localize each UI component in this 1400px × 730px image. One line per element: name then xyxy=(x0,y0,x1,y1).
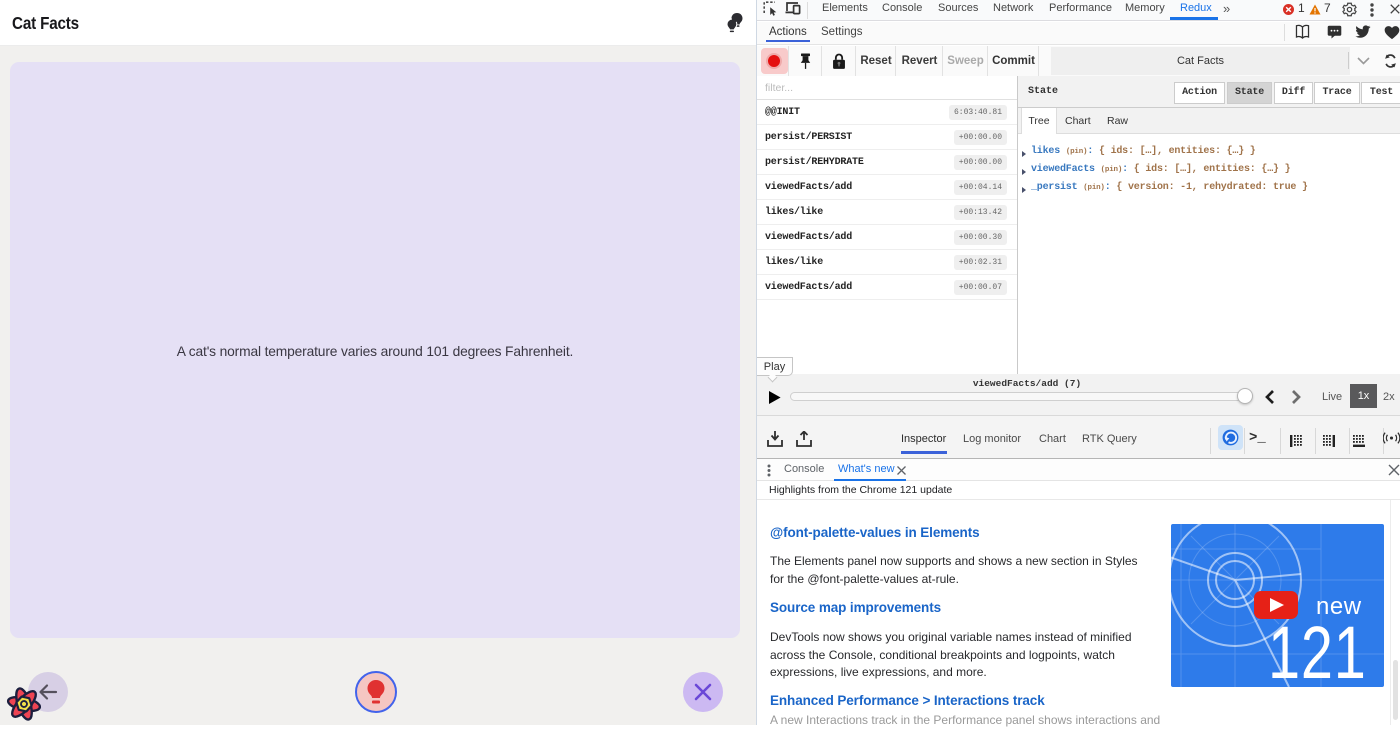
svg-text:121: 121 xyxy=(1268,612,1367,687)
